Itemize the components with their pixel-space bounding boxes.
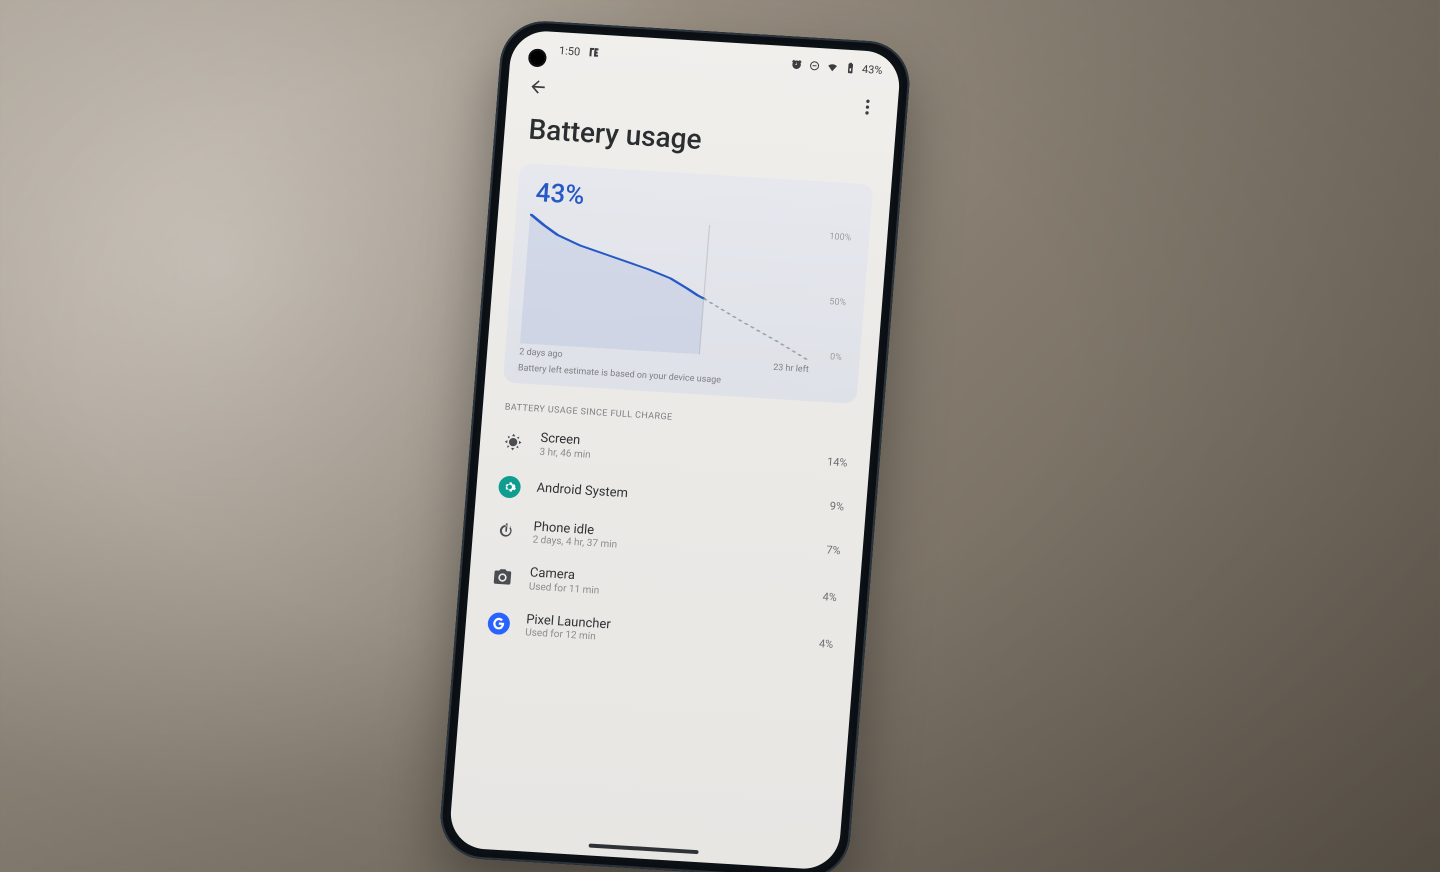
phone-screen: 1:50 43% Battery usage bbox=[448, 29, 902, 870]
app-usage-text: Screen3 hr, 46 min bbox=[539, 431, 812, 474]
status-battery-pct: 43% bbox=[862, 62, 883, 76]
gesture-nav-handle[interactable] bbox=[589, 843, 699, 854]
app-usage-text: Android System bbox=[536, 480, 814, 513]
app-usage-text: CameraUsed for 11 min bbox=[528, 566, 807, 609]
app-name: Android System bbox=[536, 480, 814, 513]
dnd-icon bbox=[808, 59, 821, 72]
app-usage-percent: 14% bbox=[827, 455, 848, 469]
app-usage-text: Pixel LauncherUsed for 12 min bbox=[525, 612, 804, 655]
google-blue-icon bbox=[487, 612, 511, 635]
app-usage-percent: 4% bbox=[822, 590, 837, 604]
gear-teal-icon bbox=[498, 475, 522, 498]
app-usage-percent: 7% bbox=[826, 544, 841, 558]
power-icon bbox=[494, 519, 518, 542]
phone-device-frame: 1:50 43% Battery usage bbox=[437, 19, 912, 872]
back-button[interactable] bbox=[521, 70, 555, 104]
wifi-icon bbox=[826, 61, 839, 74]
battery-chart-panel: 43% 100% 50% 0% 2 days ago 23 hr left Ba… bbox=[503, 163, 874, 404]
status-time: 1:50 bbox=[559, 44, 581, 58]
app-usage-percent: 9% bbox=[829, 500, 844, 514]
alarm-icon bbox=[790, 58, 803, 71]
overflow-menu-button[interactable] bbox=[850, 90, 884, 124]
chart-ylabel-0: 0% bbox=[830, 352, 842, 363]
carrier-icon bbox=[588, 46, 601, 59]
chart-xlabel-right: 23 hr left bbox=[773, 363, 809, 375]
brightness-icon bbox=[501, 431, 525, 454]
arrow-left-icon bbox=[527, 76, 549, 97]
app-usage-text: Phone idle2 days, 4 hr, 37 min bbox=[532, 519, 811, 562]
chart-xlabel-left: 2 days ago bbox=[519, 347, 563, 360]
app-usage-percent: 4% bbox=[818, 637, 833, 651]
chart-ylabel-50: 50% bbox=[829, 297, 846, 308]
camera-icon bbox=[491, 566, 515, 589]
chart-ylabel-100: 100% bbox=[829, 232, 852, 243]
app-usage-list: Screen3 hr, 46 min 14% Android System 9% Pho… bbox=[464, 417, 871, 669]
more-vert-icon bbox=[857, 97, 879, 118]
battery-chart: 100% 50% 0% bbox=[520, 214, 820, 361]
battery-icon bbox=[844, 62, 857, 75]
